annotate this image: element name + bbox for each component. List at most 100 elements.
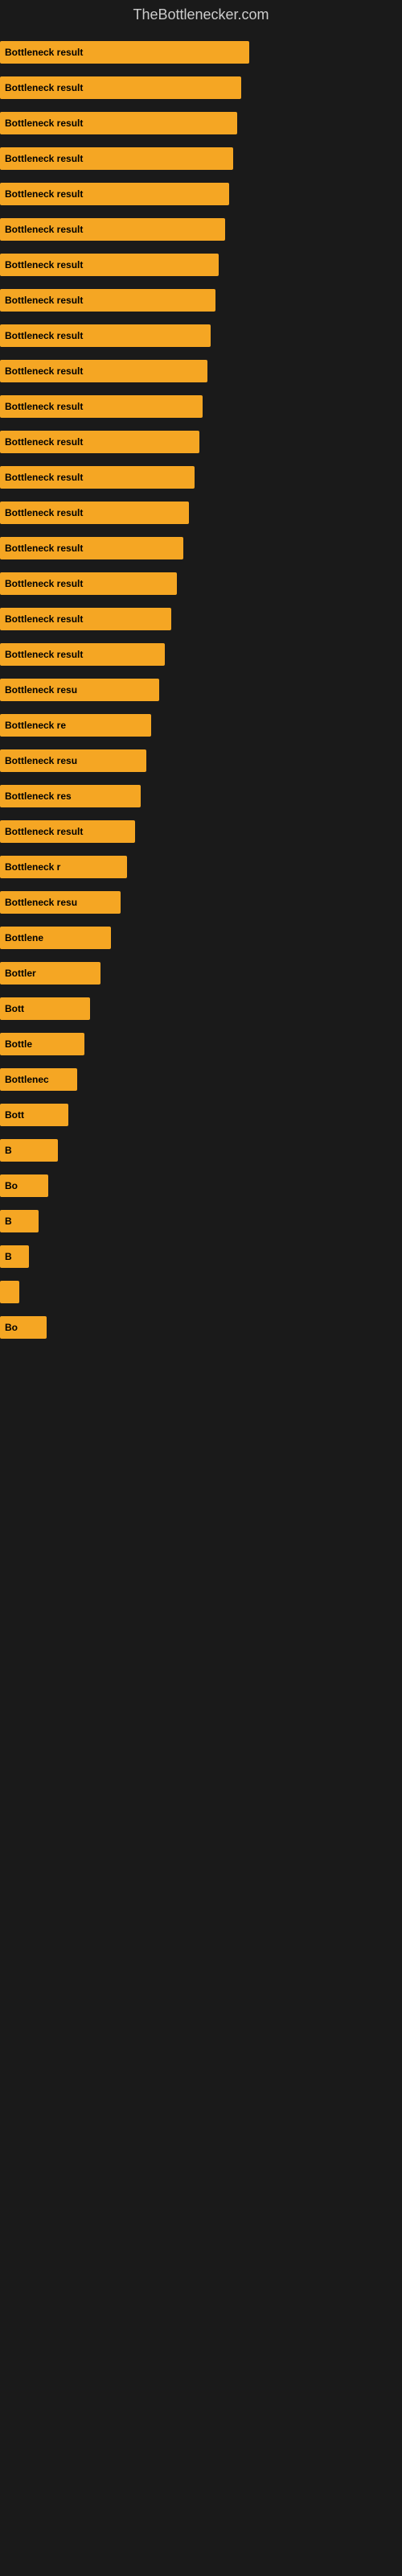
bar-label: Bottleneck re — [5, 720, 66, 731]
bottleneck-bar: Bottleneck result — [0, 41, 249, 64]
bottleneck-bar: Bottleneck result — [0, 431, 199, 453]
bar-row: Bottleneck result — [0, 427, 402, 456]
bar-label: Bottleneck r — [5, 861, 60, 873]
bottleneck-bar: Bottleneck re — [0, 714, 151, 737]
bar-label: Bottleneck resu — [5, 684, 77, 696]
bar-row: Bottleneck result — [0, 321, 402, 350]
bar-row: Bottleneck r — [0, 852, 402, 881]
bottleneck-bar: Bott — [0, 1104, 68, 1126]
bar-row: Bottler — [0, 959, 402, 988]
bar-label: Bottleneck result — [5, 47, 83, 58]
bottleneck-bar: Bottle — [0, 1033, 84, 1055]
bar-row: Bottleneck result — [0, 215, 402, 244]
bar-label: Bott — [5, 1109, 24, 1121]
bar-row: Bottleneck result — [0, 392, 402, 421]
bar-label: B — [5, 1145, 12, 1156]
bar-row: Bottleneck result — [0, 463, 402, 492]
bar-label: Bo — [5, 1322, 18, 1333]
bar-label: Bottler — [5, 968, 36, 979]
bottleneck-bar: Bottleneck result — [0, 395, 203, 418]
bar-label: B — [5, 1216, 12, 1227]
bar-label: Bottleneck result — [5, 153, 83, 164]
bar-row: Bottleneck result — [0, 144, 402, 173]
bottleneck-bar: Bottleneck result — [0, 572, 177, 595]
bar-row: Bottleneck result — [0, 250, 402, 279]
bar-row: Bottleneck result — [0, 73, 402, 102]
bar-row: Bottleneck resu — [0, 675, 402, 704]
bar-label: Bottleneck result — [5, 295, 83, 306]
bar-label: Bottleneck result — [5, 224, 83, 235]
bar-row: Bo — [0, 1171, 402, 1200]
bottleneck-bar: Bottleneck res — [0, 785, 141, 807]
bottleneck-bar: Bottleneck result — [0, 289, 215, 312]
bar-row: Bottleneck result — [0, 498, 402, 527]
bottleneck-bar: Bottleneck resu — [0, 679, 159, 701]
bar-row: Bottleneck result — [0, 109, 402, 138]
bar-label: Bottleneck result — [5, 401, 83, 412]
bar-row: Bottlenec — [0, 1065, 402, 1094]
bar-row: B — [0, 1207, 402, 1236]
bar-row: Bott — [0, 994, 402, 1023]
bar-label: Bottleneck result — [5, 365, 83, 377]
bar-label: Bottleneck result — [5, 436, 83, 448]
bar-label: Bottlene — [5, 932, 43, 943]
bar-label: Bottleneck result — [5, 472, 83, 483]
bar-row: B — [0, 1242, 402, 1271]
bar-label: Bottleneck resu — [5, 897, 77, 908]
bar-label: Bottlenec — [5, 1074, 49, 1085]
bottleneck-bar: Bottleneck result — [0, 537, 183, 559]
bar-label: Bottleneck result — [5, 118, 83, 129]
bottleneck-bar: Bottleneck result — [0, 324, 211, 347]
bottleneck-bar: B — [0, 1245, 29, 1268]
bottleneck-bar: Bottleneck result — [0, 820, 135, 843]
bottleneck-bar: Bottleneck resu — [0, 749, 146, 772]
bottleneck-bar: Bottleneck result — [0, 608, 171, 630]
bar-label: Bottleneck result — [5, 613, 83, 625]
bars-container: Bottleneck result Bottleneck result Bottle… — [0, 30, 402, 1356]
bottleneck-bar: Bottleneck result — [0, 466, 195, 489]
bar-row: Bottleneck re — [0, 711, 402, 740]
bar-label: Bottleneck result — [5, 259, 83, 270]
bar-label: Bottleneck result — [5, 188, 83, 200]
bar-row: Bottleneck result — [0, 38, 402, 67]
bottleneck-bar: Bottleneck result — [0, 218, 225, 241]
bar-row — [0, 1278, 402, 1307]
bar-row: B — [0, 1136, 402, 1165]
bar-row: Bottleneck result — [0, 817, 402, 846]
bottleneck-bar — [0, 1281, 19, 1303]
bottleneck-bar: Bottleneck r — [0, 856, 127, 878]
bottleneck-bar: B — [0, 1139, 58, 1162]
bar-label: Bottleneck result — [5, 826, 83, 837]
bar-label: Bottleneck res — [5, 791, 72, 802]
bar-label: Bottleneck result — [5, 649, 83, 660]
bottleneck-bar: Bo — [0, 1174, 48, 1197]
bar-row: Bottleneck result — [0, 569, 402, 598]
bottleneck-bar: Bottleneck result — [0, 112, 237, 134]
bottleneck-bar: Bottleneck result — [0, 643, 165, 666]
site-title: TheBottlenecker.com — [0, 0, 402, 30]
bar-row: Bottleneck result — [0, 605, 402, 634]
bottleneck-bar: Bottleneck result — [0, 254, 219, 276]
bottleneck-bar: Bott — [0, 997, 90, 1020]
bottleneck-bar: Bo — [0, 1316, 47, 1339]
bar-row: Bottleneck result — [0, 640, 402, 669]
bar-label: Bottleneck result — [5, 330, 83, 341]
bar-row: Bottleneck result — [0, 286, 402, 315]
bottleneck-bar: Bottleneck result — [0, 147, 233, 170]
bar-label: Bottleneck result — [5, 507, 83, 518]
bar-row: Bottleneck result — [0, 534, 402, 563]
bottleneck-bar: Bottleneck result — [0, 76, 241, 99]
bar-label: Bottle — [5, 1038, 32, 1050]
bottleneck-bar: Bottleneck result — [0, 360, 207, 382]
bar-label: Bottleneck result — [5, 578, 83, 589]
bar-label: B — [5, 1251, 12, 1262]
bottleneck-bar: Bottleneck result — [0, 183, 229, 205]
bottleneck-bar: Bottler — [0, 962, 100, 985]
bar-row: Bottleneck result — [0, 357, 402, 386]
bar-row: Bott — [0, 1100, 402, 1129]
bar-label: Bott — [5, 1003, 24, 1014]
bar-label: Bo — [5, 1180, 18, 1191]
bar-label: Bottleneck result — [5, 82, 83, 93]
bar-row: Bottle — [0, 1030, 402, 1059]
bottleneck-bar: Bottlenec — [0, 1068, 77, 1091]
